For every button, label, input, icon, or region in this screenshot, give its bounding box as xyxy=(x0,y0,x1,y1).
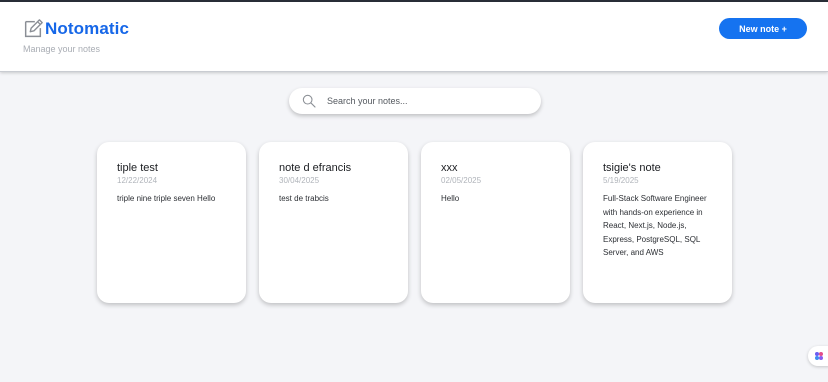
assistant-button[interactable] xyxy=(808,346,828,366)
brand[interactable]: Notomatic xyxy=(22,18,129,40)
search-bar xyxy=(289,88,541,114)
note-card[interactable]: note d efrancis 30/04/2025 test de trabc… xyxy=(259,142,408,303)
note-date: 30/04/2025 xyxy=(279,176,320,185)
note-title: xxx xyxy=(441,162,458,174)
assistant-icon xyxy=(815,352,823,360)
note-body: triple nine triple seven Hello xyxy=(117,194,216,203)
note-title: tiple test xyxy=(117,162,158,174)
app-title: Notomatic xyxy=(45,19,130,38)
app-header: Notomatic Manage your notes New note + xyxy=(0,2,828,72)
note-card[interactable]: xxx 02/05/2025 Hello xyxy=(421,142,570,303)
search-input[interactable] xyxy=(327,96,527,106)
note-body: test de trabcis xyxy=(279,194,329,203)
note-card[interactable]: tsigie's note 5/19/2025 Full-Stack Softw… xyxy=(583,142,732,303)
note-body: Hello xyxy=(441,194,460,203)
note-date: 12/22/2024 xyxy=(117,176,158,185)
notepad-pencil-icon xyxy=(24,19,43,38)
app-subtitle: Manage your notes xyxy=(23,44,101,54)
note-card[interactable]: tiple test 12/22/2024 triple nine triple… xyxy=(97,142,246,303)
note-date: 02/05/2025 xyxy=(441,176,482,185)
note-title: tsigie's note xyxy=(603,162,661,174)
new-note-button[interactable]: New note + xyxy=(719,18,807,39)
note-body: Full-Stack Software Engineer with hands-… xyxy=(603,194,707,257)
note-date: 5/19/2025 xyxy=(603,176,639,185)
note-title: note d efrancis xyxy=(279,162,352,174)
search-icon xyxy=(302,94,316,108)
